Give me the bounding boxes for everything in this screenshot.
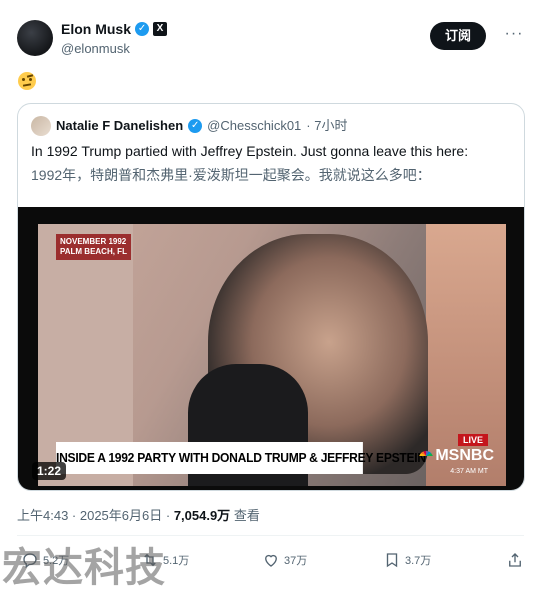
view-count: 7,054.9万 bbox=[173, 508, 231, 523]
video-player[interactable]: NOVEMBER 1992 PALM BEACH, FL INSIDE A 19… bbox=[18, 207, 524, 490]
quoted-post-text: In 1992 Trump partied with Jeffrey Epste… bbox=[31, 143, 469, 159]
raised-eyebrow-emoji bbox=[18, 72, 36, 90]
peacock-icon bbox=[419, 450, 434, 461]
share-button[interactable] bbox=[506, 551, 524, 569]
quoted-post-card[interactable]: Natalie F Danelishen ✓ @Chesschick01 · 7… bbox=[17, 103, 525, 491]
view-label: 查看 bbox=[233, 508, 260, 523]
x-affiliation-icon[interactable]: X bbox=[153, 22, 168, 36]
video-duration: 1:22 bbox=[32, 462, 67, 480]
video-lower-third: INSIDE A 1992 PARTY WITH DONALD TRUMP & … bbox=[56, 442, 426, 474]
author-info: Elon Musk ✓ X @elonmusk bbox=[61, 20, 168, 58]
bookmark-count: 3.7万 bbox=[405, 555, 432, 567]
bookmark-button[interactable]: 3.7万 bbox=[383, 551, 431, 569]
divider bbox=[17, 535, 524, 536]
verified-check-icon[interactable]: ✓ bbox=[135, 22, 150, 36]
watermark: 宏达科技 bbox=[2, 545, 166, 591]
author-handle[interactable]: @elonmusk bbox=[61, 40, 167, 58]
more-options-icon[interactable]: ··· bbox=[504, 22, 524, 50]
live-badge: LIVE bbox=[457, 434, 488, 446]
post-header: Elon Musk ✓ X @elonmusk 订阅 ··· bbox=[17, 18, 524, 58]
video-location-tag: NOVEMBER 1992 PALM BEACH, FL bbox=[56, 234, 131, 260]
broadcast-clock: 4:37 AM MT bbox=[450, 468, 488, 475]
like-count: 37万 bbox=[284, 555, 308, 567]
quoted-author-avatar bbox=[31, 116, 51, 136]
quoted-author-name: Natalie F Danelishen bbox=[56, 118, 184, 133]
author-avatar[interactable] bbox=[17, 20, 53, 56]
author-name[interactable]: Elon Musk bbox=[61, 20, 131, 38]
quoted-post-translation: 1992年，特朗普和杰弗里·爱泼斯坦一起聚会。我就说这么多吧： bbox=[31, 167, 431, 183]
quoted-post-header: Natalie F Danelishen ✓ @Chesschick01 · 7… bbox=[31, 116, 347, 136]
quoted-verified-check-icon: ✓ bbox=[188, 119, 203, 133]
share-icon bbox=[509, 553, 521, 567]
heart-icon bbox=[265, 554, 277, 567]
video-frame[interactable]: NOVEMBER 1992 PALM BEACH, FL INSIDE A 19… bbox=[38, 224, 506, 486]
bookmark-icon bbox=[386, 553, 398, 568]
network-logo: MSNBC bbox=[419, 446, 494, 466]
repost-count: 5.1万 bbox=[163, 555, 190, 567]
post-timestamp: 上午4:43 · 2025年6月6日 · 7,054.9万 查看 bbox=[17, 508, 260, 523]
quoted-author-handle: @Chesschick01 bbox=[207, 118, 302, 133]
like-button[interactable]: 37万 bbox=[262, 551, 307, 569]
quoted-post-time: · 7小时 bbox=[306, 118, 348, 133]
subscribe-button[interactable]: 订阅 bbox=[430, 22, 486, 50]
